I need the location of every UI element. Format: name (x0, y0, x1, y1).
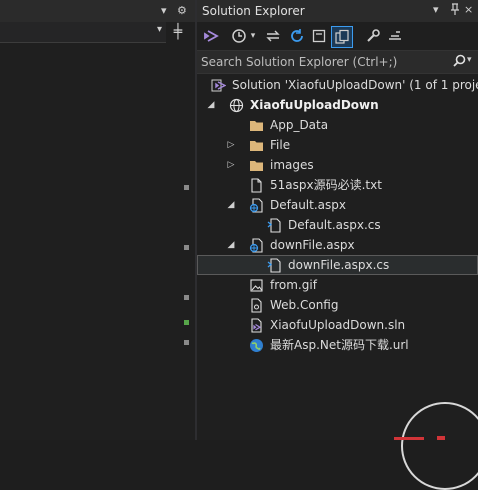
preview-selected-items-icon[interactable] (385, 26, 405, 46)
tree-item-label: 51aspx源码必读.txt (270, 178, 382, 192)
gear-icon[interactable]: ⚙ (177, 4, 187, 17)
solution-icon (211, 78, 227, 93)
web-form-icon (249, 198, 264, 213)
tree-item[interactable]: 51aspx源码必读.txt (197, 175, 478, 195)
chevron-down-icon: ▾ (156, 24, 162, 35)
solution-tree: Solution 'XiaofuUploadDown' (1 of 1 proj… (197, 75, 478, 355)
solution-explorer-toolbar: ▾ (197, 22, 478, 50)
window-position-dropdown-icon[interactable]: ▾ (433, 3, 439, 16)
text-file-icon (249, 178, 264, 193)
tree-item-label: Default.aspx.cs (288, 218, 381, 232)
tree-item-label: File (270, 138, 291, 152)
tree-item-label: downFile.aspx.cs (288, 258, 390, 272)
tree-item[interactable]: Default.aspx.cs (197, 215, 478, 235)
scrollbar-marker (184, 185, 189, 190)
history-icon[interactable] (229, 26, 249, 46)
history-dropdown-icon[interactable]: ▾ (247, 26, 259, 46)
tree-item-label: App_Data (270, 118, 329, 132)
sln-file-icon (249, 318, 264, 333)
folder-icon (249, 138, 264, 153)
tree-item-label: from.gif (270, 278, 317, 292)
globe-project-icon (229, 98, 244, 113)
tree-item[interactable]: Solution 'XiaofuUploadDown' (1 of 1 proj… (197, 75, 478, 95)
image-file-icon (249, 278, 264, 293)
code-file-icon (267, 218, 282, 233)
scrollbar-marker (184, 245, 189, 250)
internet-shortcut-icon (249, 338, 264, 353)
search-input[interactable] (201, 53, 441, 71)
navigation-dropdown[interactable]: ▾ (0, 22, 166, 43)
tree-item-label: images (270, 158, 314, 172)
expanded-arrow-icon[interactable]: ◢ (206, 95, 216, 115)
solution-explorer-titlebar: Solution Explorer ▾ × (197, 0, 478, 22)
vs-solution-icon[interactable] (201, 26, 221, 46)
tree-item[interactable]: ▷ File (197, 135, 478, 155)
cursor-indicator (437, 436, 445, 440)
scrollbar-marker (184, 340, 189, 345)
tree-item[interactable]: 最新Asp.Net源码下载.url (197, 335, 478, 355)
scrollbar-marker (184, 320, 189, 325)
editor-scrollbar[interactable] (178, 44, 192, 440)
editor-title-bar: ▾ ⚙ (0, 0, 195, 22)
web-form-icon (249, 238, 264, 253)
tree-item[interactable]: downFile.aspx.cs (197, 255, 478, 275)
tree-item[interactable]: ◢ Default.aspx (197, 195, 478, 215)
split-editor-icon[interactable]: ╪ (168, 23, 188, 41)
code-file-icon (267, 258, 282, 273)
sync-with-document-icon[interactable] (263, 26, 283, 46)
folder-icon (249, 158, 264, 173)
tree-item[interactable]: ◢ downFile.aspx (197, 235, 478, 255)
solution-explorer-panel: Solution Explorer ▾ × ▾ Search Solution … (197, 0, 478, 440)
tree-item[interactable]: XiaofuUploadDown.sln (197, 315, 478, 335)
search-icon[interactable] (453, 54, 466, 70)
expanded-arrow-icon[interactable]: ◢ (226, 195, 236, 215)
scrollbar-marker (184, 295, 189, 300)
expanded-arrow-icon[interactable]: ◢ (226, 235, 236, 255)
tree-item[interactable]: from.gif (197, 275, 478, 295)
tree-item-label: downFile.aspx (270, 238, 355, 252)
pin-icon[interactable] (450, 3, 460, 18)
show-all-files-icon[interactable] (331, 26, 353, 48)
folder-icon (249, 118, 264, 133)
search-bar: ▾ (197, 50, 478, 74)
config-file-icon (249, 298, 264, 313)
tree-item[interactable]: ▷ images (197, 155, 478, 175)
search-options-dropdown-icon[interactable]: ▾ (467, 55, 472, 65)
close-icon[interactable]: × (464, 3, 473, 16)
tree-item-label: 最新Asp.Net源码下载.url (270, 338, 409, 352)
collapsed-arrow-icon[interactable]: ▷ (226, 155, 236, 175)
tree-item[interactable]: App_Data (197, 115, 478, 135)
collapsed-arrow-icon[interactable]: ▷ (226, 135, 236, 155)
tree-item[interactable]: Web.Config (197, 295, 478, 315)
refresh-icon[interactable] (287, 26, 307, 46)
editor-area: ▾ ⚙ ▾ ╪ (0, 0, 195, 440)
tree-item-label: XiaofuUploadDown.sln (270, 318, 406, 332)
cursor-highlight-ring (401, 402, 478, 490)
tree-item-label: Solution 'XiaofuUploadDown' (1 of 1 proj… (232, 78, 478, 92)
dropdown-arrow-icon[interactable]: ▾ (161, 4, 167, 17)
properties-wrench-icon[interactable] (363, 26, 383, 46)
tree-item-label: Default.aspx (270, 198, 346, 212)
panel-title: Solution Explorer (202, 4, 305, 18)
collapse-all-icon[interactable] (309, 26, 329, 46)
tree-item[interactable]: ◢ XiaofuUploadDown (197, 95, 478, 115)
tree-item-label: Web.Config (270, 298, 339, 312)
tree-item-label: XiaofuUploadDown (250, 98, 379, 112)
